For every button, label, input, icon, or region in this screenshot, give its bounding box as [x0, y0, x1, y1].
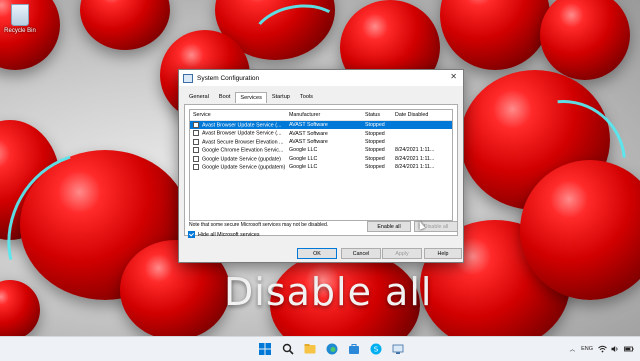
service-checkbox[interactable]: [193, 121, 199, 128]
store-icon[interactable]: [348, 343, 360, 355]
service-checkbox[interactable]: [193, 130, 199, 137]
red-sphere: [540, 0, 630, 80]
manufacturer: AVAST Software: [289, 122, 328, 129]
column-header-manufacturer[interactable]: Manufacturer: [289, 112, 365, 118]
tab-services[interactable]: Services: [235, 92, 267, 103]
recycle-bin[interactable]: Recycle Bin: [3, 4, 37, 34]
microsoft-services-note: Note that some secure Microsoft services…: [189, 222, 329, 228]
window-title: System Configuration: [197, 74, 260, 82]
services-panel: Service Manufacturer Status Date Disable…: [184, 104, 458, 236]
enable-all-button[interactable]: Enable all: [367, 221, 411, 232]
column-header-status[interactable]: Status: [365, 112, 395, 118]
tab-startup[interactable]: Startup: [267, 91, 295, 102]
windows-start-icon[interactable]: [259, 343, 271, 355]
system-configuration-window: System Configuration ✕ General Boot Serv…: [178, 69, 464, 263]
service-name: Google Update Service (gupdate): [202, 155, 281, 162]
hide-microsoft-services[interactable]: Hide all Microsoft services: [188, 231, 260, 238]
table-row[interactable]: Avast Browser Update Service (... AVAST …: [190, 121, 452, 130]
table-row[interactable]: Google Chrome Elevation Servic... Google…: [190, 146, 452, 154]
manufacturer: AVAST Software: [289, 130, 328, 137]
video-caption: Disable all: [224, 270, 433, 314]
date-disabled: 8/24/2021 1:11...: [395, 164, 435, 171]
date-disabled: 8/24/2021 1:11...: [395, 155, 435, 162]
status: Stopped: [365, 147, 385, 154]
manufacturer: Google LLC: [289, 155, 318, 162]
recycle-bin-label: Recycle Bin: [4, 28, 36, 34]
close-button[interactable]: ✕: [450, 72, 457, 81]
table-row[interactable]: Google Update Service (gupdate) Google L…: [190, 155, 452, 163]
service-name: Google Chrome Elevation Servic...: [202, 147, 284, 154]
table-row[interactable]: Avast Secure Browser Elevation ... AVAST…: [190, 138, 452, 146]
wifi-icon[interactable]: [598, 345, 607, 353]
column-header-date-disabled[interactable]: Date Disabled: [395, 112, 445, 118]
hide-microsoft-services-label: Hide all Microsoft services: [198, 231, 260, 238]
recycle-bin-icon: [11, 4, 29, 26]
service-checkbox[interactable]: [193, 163, 199, 170]
system-tray: ︿ ENG: [567, 337, 640, 361]
tab-tools[interactable]: Tools: [295, 91, 318, 102]
title-bar[interactable]: System Configuration ✕: [179, 70, 463, 86]
tab-boot[interactable]: Boot: [214, 91, 236, 102]
service-checkbox[interactable]: [193, 138, 199, 145]
language-indicator[interactable]: ENG: [581, 346, 593, 352]
apply-button[interactable]: Apply: [382, 248, 422, 259]
list-header: Service Manufacturer Status Date Disable…: [190, 110, 452, 121]
cancel-button[interactable]: Cancel: [341, 248, 381, 259]
system-configuration-icon[interactable]: [392, 343, 404, 355]
battery-icon[interactable]: [624, 345, 634, 353]
help-button[interactable]: Help: [424, 248, 462, 259]
date-disabled: 8/24/2021 1:11...: [395, 147, 435, 154]
table-row[interactable]: Avast Browser Update Service (... AVAST …: [190, 129, 452, 137]
status: Stopped: [365, 130, 385, 137]
status: Stopped: [365, 122, 385, 129]
service-name: Avast Browser Update Service (...: [202, 122, 282, 129]
svg-text:S: S: [374, 346, 379, 354]
column-header-service[interactable]: Service: [190, 112, 289, 118]
tab-general[interactable]: General: [184, 91, 214, 102]
skype-icon[interactable]: S: [370, 343, 382, 355]
service-checkbox[interactable]: [193, 147, 199, 154]
manufacturer: AVAST Software: [289, 138, 328, 145]
manufacturer: Google LLC: [289, 147, 318, 154]
red-sphere: [440, 0, 550, 70]
tab-strip: General Boot Services Startup Tools: [184, 91, 463, 103]
taskbar: S ︿ ENG: [0, 336, 640, 361]
file-explorer-icon[interactable]: [304, 343, 316, 355]
status: Stopped: [365, 138, 385, 145]
service-checkbox[interactable]: [193, 155, 199, 162]
hide-microsoft-services-checkbox[interactable]: [188, 231, 195, 238]
service-name: Avast Secure Browser Elevation ...: [202, 139, 284, 146]
search-icon[interactable]: [282, 343, 294, 355]
service-name: Google Update Service (gupdatem): [202, 164, 286, 171]
service-name: Avast Browser Update Service (...: [202, 130, 282, 137]
red-sphere: [80, 0, 170, 50]
msconfig-icon: [183, 73, 193, 83]
volume-icon[interactable]: [611, 345, 620, 353]
ok-button[interactable]: OK: [297, 248, 337, 259]
chevron-up-icon[interactable]: ︿: [570, 345, 576, 353]
edge-icon[interactable]: [326, 343, 338, 355]
status: Stopped: [365, 155, 385, 162]
table-row[interactable]: Google Update Service (gupdatem) Google …: [190, 163, 452, 171]
status: Stopped: [365, 164, 385, 171]
services-list[interactable]: Service Manufacturer Status Date Disable…: [189, 109, 453, 221]
manufacturer: Google LLC: [289, 164, 318, 171]
